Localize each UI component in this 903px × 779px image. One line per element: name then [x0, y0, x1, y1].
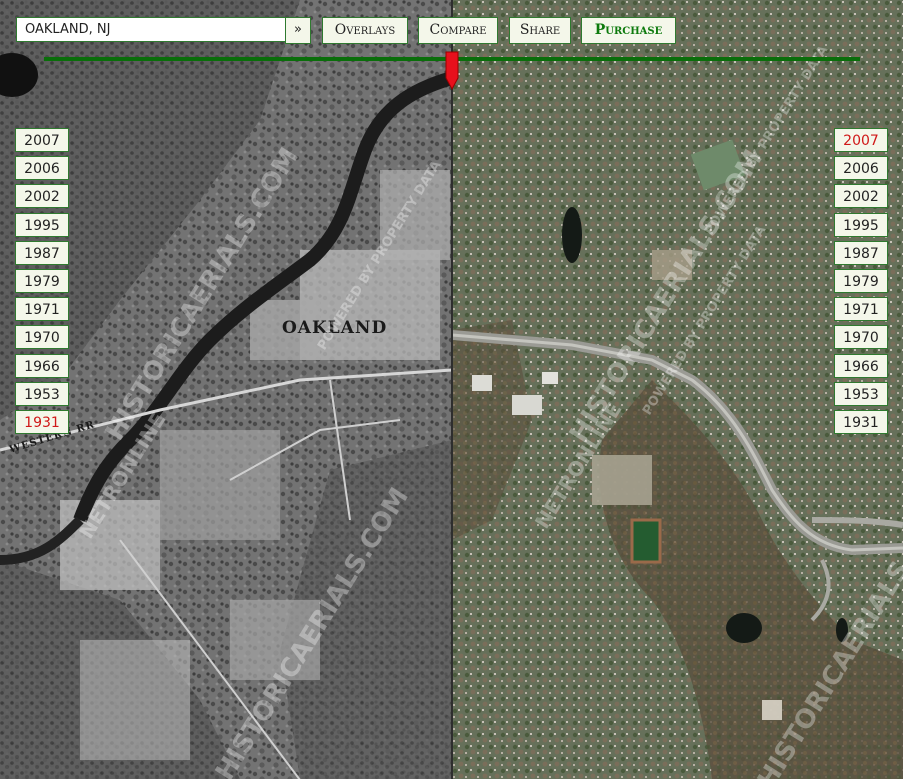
right-year-button-1970[interactable]: 1970 [834, 325, 888, 350]
right-year-button-1931[interactable]: 1931 [834, 409, 888, 434]
location-search-input[interactable] [16, 17, 288, 42]
compare-button[interactable]: Compare [418, 17, 498, 44]
left-year-button-1931[interactable]: 1931 [15, 409, 69, 434]
right-year-button-2006[interactable]: 2006 [834, 156, 888, 181]
right-year-button-1995[interactable]: 1995 [834, 212, 888, 237]
left-year-button-2002[interactable]: 2002 [15, 184, 69, 209]
right-year-button-1953[interactable]: 1953 [834, 381, 888, 406]
left-year-button-1971[interactable]: 1971 [15, 297, 69, 322]
purchase-button[interactable]: Purchase [581, 17, 676, 44]
right-year-list: 2007 2006 2002 1995 1987 1979 1971 1970 1966 1953… [834, 128, 890, 438]
left-year-button-1970[interactable]: 1970 [15, 325, 69, 350]
compare-slider-handle[interactable] [445, 50, 459, 90]
left-year-button-2006[interactable]: 2006 [15, 156, 69, 181]
left-year-button-1995[interactable]: 1995 [15, 212, 69, 237]
right-year-button-2002[interactable]: 2002 [834, 184, 888, 209]
left-year-button-2007[interactable]: 2007 [15, 128, 69, 152]
share-button[interactable]: Share [509, 17, 571, 44]
left-year-button-1953[interactable]: 1953 [15, 381, 69, 406]
search-go-button[interactable]: » [285, 17, 311, 44]
right-year-button-1971[interactable]: 1971 [834, 297, 888, 322]
overlays-button[interactable]: Overlays [322, 17, 408, 44]
right-year-button-1987[interactable]: 1987 [834, 240, 888, 265]
compare-divider[interactable] [451, 0, 453, 779]
left-year-button-1966[interactable]: 1966 [15, 353, 69, 378]
right-year-button-2007[interactable]: 2007 [834, 128, 888, 152]
left-year-list: 2007 2006 2002 1995 1987 1979 1971 1970 1966 1953… [15, 128, 71, 438]
left-year-button-1979[interactable]: 1979 [15, 268, 69, 293]
right-year-button-1966[interactable]: 1966 [834, 353, 888, 378]
right-year-button-1979[interactable]: 1979 [834, 268, 888, 293]
left-year-button-1987[interactable]: 1987 [15, 240, 69, 265]
